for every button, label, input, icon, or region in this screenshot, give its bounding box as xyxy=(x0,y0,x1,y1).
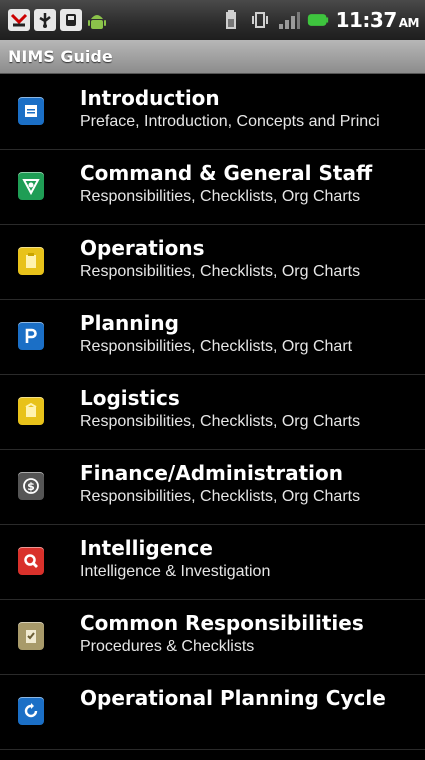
app-title: NIMS Guide xyxy=(8,47,113,66)
menu-item-operations[interactable]: Operations Responsibilities, Checklists,… xyxy=(0,225,425,300)
system-icons: 11:37 AM xyxy=(220,8,420,32)
sd-card-icon xyxy=(60,9,82,31)
menu-item-subtitle: Responsibilities, Checklists, Org Chart xyxy=(80,338,353,355)
menu-item-common-responsibilities[interactable]: Common Responsibilities Procedures & Che… xyxy=(0,600,425,675)
menu-item-subtitle: Responsibilities, Checklists, Org Charts xyxy=(80,488,361,505)
checklist-icon xyxy=(18,622,44,650)
menu-list: Introduction Preface, Introduction, Conc… xyxy=(0,75,425,750)
menu-item-subtitle: Responsibilities, Checklists, Org Charts xyxy=(80,413,361,430)
box-icon xyxy=(18,397,44,425)
menu-item-introduction[interactable]: Introduction Preface, Introduction, Conc… xyxy=(0,75,425,150)
menu-item-planning[interactable]: Planning Responsibilities, Checklists, O… xyxy=(0,300,425,375)
vibrate-icon xyxy=(249,9,271,31)
menu-item-subtitle: Responsibilities, Checklists, Org Charts xyxy=(80,188,361,205)
menu-item-finance-administration[interactable]: $ Finance/Administration Responsibilitie… xyxy=(0,450,425,525)
menu-item-title: Logistics xyxy=(80,386,180,410)
clipboard-icon xyxy=(18,247,44,275)
menu-item-command-general-staff[interactable]: Command & General Staff Responsibilities… xyxy=(0,150,425,225)
document-icon xyxy=(18,97,44,125)
menu-item-title: Operations xyxy=(80,236,205,260)
magnifier-icon xyxy=(18,547,44,575)
android-icon xyxy=(86,9,108,31)
menu-item-title: Command & General Staff xyxy=(80,161,373,185)
usb-icon xyxy=(34,9,56,31)
shield-icon xyxy=(18,172,44,200)
svg-text:$: $ xyxy=(27,480,35,493)
menu-item-title: Operational Planning Cycle xyxy=(80,686,386,710)
menu-item-operational-planning-cycle[interactable]: Operational Planning Cycle xyxy=(0,675,425,750)
dollar-icon: $ xyxy=(18,472,44,500)
menu-item-title: Planning xyxy=(80,311,179,335)
missed-call-icon xyxy=(8,9,30,31)
letter-p-icon xyxy=(18,322,44,350)
menu-item-title: Finance/Administration xyxy=(80,461,344,485)
cycle-icon xyxy=(18,697,44,725)
menu-item-intelligence[interactable]: Intelligence Intelligence & Investigatio… xyxy=(0,525,425,600)
menu-item-title: Intelligence xyxy=(80,536,213,560)
app-title-bar: NIMS Guide xyxy=(0,40,425,74)
menu-item-subtitle: Intelligence & Investigation xyxy=(80,563,271,580)
menu-item-title: Common Responsibilities xyxy=(80,611,364,635)
battery-full-icon xyxy=(307,9,329,31)
menu-item-subtitle: Procedures & Checklists xyxy=(80,638,255,655)
clock: 11:37 AM xyxy=(335,8,420,32)
menu-item-subtitle: Preface, Introduction, Concepts and Prin… xyxy=(80,113,380,130)
menu-item-subtitle: Responsibilities, Checklists, Org Charts xyxy=(80,263,361,280)
battery-icon xyxy=(220,9,242,31)
menu-item-logistics[interactable]: Logistics Responsibilities, Checklists, … xyxy=(0,375,425,450)
menu-item-title: Introduction xyxy=(80,86,220,110)
status-bar: 11:37 AM xyxy=(0,0,425,40)
signal-icon xyxy=(278,9,300,31)
notification-icons xyxy=(8,9,108,31)
